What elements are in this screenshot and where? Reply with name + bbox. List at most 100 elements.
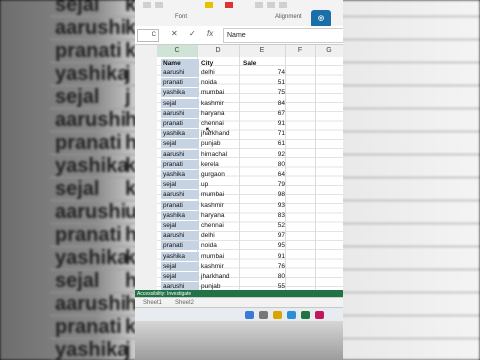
cell-city[interactable]: mumbai — [199, 252, 241, 261]
ribbon-button[interactable] — [143, 2, 151, 8]
background-name-text: yashika — [55, 339, 129, 360]
cell-name[interactable]: aarushi — [161, 108, 199, 118]
cell-sale[interactable]: 95 — [241, 241, 287, 250]
column-header-f[interactable]: F — [285, 45, 316, 57]
cell-city[interactable]: jharkhand — [199, 129, 241, 138]
formula-input[interactable]: Name — [223, 28, 343, 43]
background-name-text: pranati — [55, 316, 122, 338]
name-box[interactable]: C — [137, 29, 159, 42]
cell-name[interactable]: pranati — [161, 241, 199, 251]
cell-sale[interactable]: 79 — [241, 180, 287, 189]
background-name-text: sejal — [55, 86, 100, 108]
windows-icon[interactable] — [245, 311, 254, 319]
ribbon-button[interactable] — [155, 2, 163, 8]
column-header-d[interactable]: D — [197, 45, 240, 57]
cell-city[interactable]: haryana — [199, 211, 241, 220]
cell-name[interactable]: pranati — [161, 119, 199, 128]
cell-city[interactable]: chennai — [199, 221, 241, 230]
cell-name[interactable]: sejal — [161, 272, 199, 281]
cell-name[interactable]: sejal — [161, 98, 199, 108]
cell-sale[interactable]: 71 — [241, 129, 287, 138]
cell-sale[interactable]: 74 — [241, 68, 287, 77]
fx-icon[interactable]: fx — [207, 29, 213, 38]
cell-city[interactable]: chennai — [199, 119, 241, 128]
cell-sale[interactable]: 76 — [241, 262, 287, 271]
cell-sale[interactable]: 92 — [241, 150, 287, 159]
cell-name[interactable]: yashika — [161, 170, 199, 179]
cell-sale[interactable]: 97 — [241, 231, 287, 240]
cell-name[interactable]: sejal — [161, 261, 199, 271]
cell-city[interactable]: gurgaon — [199, 170, 241, 179]
cell-sale[interactable]: 83 — [241, 211, 287, 220]
align-icon[interactable] — [267, 2, 275, 8]
cell-name[interactable]: aarushi — [161, 68, 199, 77]
cell-city[interactable]: kerela — [199, 160, 241, 169]
cell-city[interactable]: noida — [199, 241, 241, 250]
worksheet-grid[interactable]: Name City Sale ↖ aarushi delhi 74 pranati no… — [157, 57, 343, 297]
cell-city[interactable]: jharkhand — [199, 272, 241, 281]
highlight-icon[interactable] — [205, 2, 213, 8]
cancel-icon[interactable]: ✕ — [171, 29, 178, 38]
cell-sale[interactable]: 91 — [241, 119, 287, 128]
search-icon[interactable] — [259, 311, 268, 319]
excel-icon[interactable] — [301, 311, 310, 319]
cell-name[interactable]: aarushi — [161, 231, 199, 241]
cell-name[interactable]: pranati — [161, 159, 199, 169]
app-icon[interactable] — [315, 311, 324, 319]
cell-sale[interactable]: 80 — [241, 272, 287, 281]
cell-city[interactable]: up — [199, 180, 241, 189]
align-icon[interactable] — [255, 2, 263, 8]
align-icon[interactable] — [279, 2, 287, 8]
cell-sale[interactable]: 52 — [241, 221, 287, 230]
cell-name[interactable]: sejal — [161, 139, 199, 149]
cell-sale[interactable]: 51 — [241, 78, 287, 87]
cell-sale[interactable]: 64 — [241, 170, 287, 179]
background-name-text: pranati — [55, 132, 122, 154]
header-city[interactable]: City — [199, 59, 241, 68]
cell-city[interactable]: himachal — [199, 150, 241, 159]
cell-name[interactable]: aarushi — [161, 149, 199, 159]
cell-name[interactable]: yashika — [161, 210, 199, 220]
column-header-e[interactable]: E — [239, 45, 286, 57]
cell-name[interactable]: pranati — [161, 78, 199, 88]
background-name-text: aarushi — [55, 17, 127, 39]
cell-city[interactable]: kashmir — [199, 99, 241, 108]
cell-name[interactable]: pranati — [161, 200, 199, 210]
cell-city[interactable]: mumbai — [199, 190, 241, 199]
header-sale[interactable]: Sale — [241, 59, 289, 68]
cell-sale[interactable]: 93 — [241, 201, 287, 210]
font-color-icon[interactable] — [225, 2, 233, 8]
taskbar — [135, 307, 343, 322]
cell-city[interactable]: delhi — [199, 231, 241, 240]
cell-city[interactable]: mumbai — [199, 88, 241, 97]
cell-city[interactable]: delhi — [199, 68, 241, 77]
background-name-text: yashika — [55, 247, 129, 269]
cell-name[interactable]: yashika — [161, 251, 199, 261]
cell-name[interactable]: yashika — [161, 88, 199, 98]
cell-name[interactable]: yashika — [161, 129, 199, 139]
background-city-text: j — [125, 63, 131, 85]
cell-city[interactable]: kashmir — [199, 201, 241, 210]
cell-city[interactable]: kashmir — [199, 262, 241, 271]
cell-city[interactable]: haryana — [199, 109, 241, 118]
cell-sale[interactable]: 75 — [241, 88, 287, 97]
background-city-text: j — [125, 86, 131, 108]
column-divider — [315, 57, 316, 297]
cell-sale[interactable]: 84 — [241, 99, 287, 108]
cell-sale[interactable]: 67 — [241, 109, 287, 118]
column-header-g[interactable]: G — [315, 45, 343, 57]
cell-sale[interactable]: 80 — [241, 160, 287, 169]
select-all-corner[interactable] — [135, 45, 158, 57]
cell-sale[interactable]: 91 — [241, 252, 287, 261]
cell-sale[interactable]: 61 — [241, 139, 287, 148]
header-name[interactable]: Name — [161, 59, 199, 68]
edge-icon[interactable] — [287, 311, 296, 319]
cell-city[interactable]: punjab — [199, 139, 241, 148]
cell-name[interactable]: sejal — [161, 221, 199, 230]
enter-icon[interactable]: ✓ — [189, 29, 196, 38]
cell-name[interactable]: sejal — [161, 180, 199, 190]
cell-name[interactable]: aarushi — [161, 190, 199, 200]
cell-city[interactable]: noida — [199, 78, 241, 87]
folder-icon[interactable] — [273, 311, 282, 319]
cell-sale[interactable]: 98 — [241, 190, 287, 199]
